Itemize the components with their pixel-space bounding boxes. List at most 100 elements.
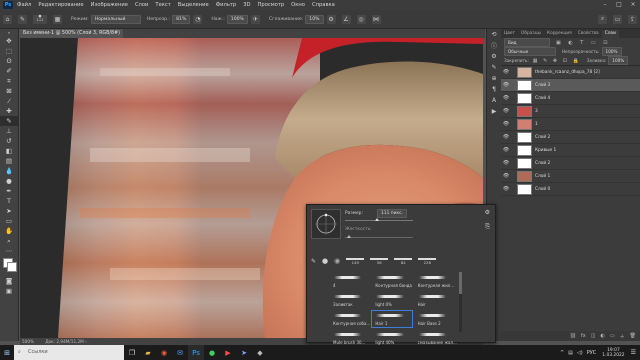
- visibility-eye-icon[interactable]: 👁: [501, 108, 511, 114]
- color-swatches[interactable]: [0, 256, 18, 276]
- layer-row[interactable]: 👁 3: [501, 105, 640, 118]
- share-icon[interactable]: ⇪: [628, 14, 637, 24]
- dodge-tool-icon[interactable]: ●: [0, 176, 18, 186]
- brush-settings-icon[interactable]: ▦: [53, 14, 62, 24]
- layer-row[interactable]: 👁 Слой 3: [501, 79, 640, 92]
- brush-preset[interactable]: Hair 1: [371, 310, 413, 328]
- brush-preset[interactable]: 4: [329, 272, 370, 290]
- character-panel-icon[interactable]: A: [487, 95, 501, 106]
- toolbar-collapse-icon[interactable]: »: [0, 29, 18, 36]
- recent-brush-7[interactable]: 226: [418, 257, 437, 265]
- layer-row[interactable]: 👁 Слой 2: [501, 131, 640, 144]
- airbrush-icon[interactable]: ✈: [250, 14, 260, 24]
- angle-icon[interactable]: ∠: [341, 14, 351, 24]
- language-indicator[interactable]: РУС: [587, 350, 597, 356]
- filter-icons[interactable]: ▣ ◐ T ▭ ⊡: [556, 40, 610, 46]
- menu-edit[interactable]: Редактирование: [38, 2, 83, 8]
- browser-icon[interactable]: ◉: [156, 345, 172, 360]
- mode-select[interactable]: Нормальный: [90, 14, 141, 24]
- recent-brush-4[interactable]: 149: [346, 257, 365, 265]
- shape-tool-icon[interactable]: ▭: [0, 216, 18, 226]
- layer-row[interactable]: 👁 thebank_rcaanz_dhopa_78 [2]: [501, 66, 640, 79]
- mail-icon[interactable]: ✉: [172, 345, 188, 360]
- gear-icon[interactable]: ⚙: [326, 14, 336, 24]
- menu-select[interactable]: Выделение: [178, 2, 209, 8]
- menu-file[interactable]: Файл: [17, 2, 31, 8]
- visibility-eye-icon[interactable]: 👁: [501, 134, 511, 140]
- tray-chevron-icon[interactable]: ^: [560, 350, 564, 356]
- paragraph-panel-icon[interactable]: ¶: [487, 84, 501, 95]
- telegram-icon[interactable]: ➤: [236, 345, 252, 360]
- app-icon[interactable]: ◆: [252, 345, 268, 360]
- brush-hardness-slider[interactable]: [345, 235, 413, 238]
- document-tab[interactable]: Без имени-1 @ 500% (Слой 3, RGB/8#) ×: [20, 29, 123, 45]
- zoom-level[interactable]: 500%: [22, 339, 34, 344]
- eyedropper-tool-icon[interactable]: ⁄: [0, 96, 18, 106]
- tab-properties[interactable]: Свойства: [575, 30, 602, 38]
- fill-field[interactable]: 100%: [608, 56, 629, 65]
- menu-image[interactable]: Изображение: [91, 2, 128, 8]
- tab-color[interactable]: Цвет: [501, 30, 518, 38]
- home-icon[interactable]: ⌂: [3, 14, 12, 24]
- layer-row[interactable]: 👁 Слой 1: [501, 170, 640, 183]
- crop-tool-icon[interactable]: ⌗: [0, 76, 18, 86]
- volume-icon[interactable]: ◁): [577, 350, 583, 356]
- brush-preset[interactable]: light 0%: [371, 291, 412, 309]
- trash-icon[interactable]: 🗑: [630, 333, 636, 339]
- marquee-tool-icon[interactable]: ⬚: [0, 46, 18, 56]
- add-mask-icon[interactable]: ◫: [591, 333, 596, 339]
- quick-mask-icon[interactable]: ◙: [0, 276, 18, 286]
- more-tools-icon[interactable]: ⋯: [0, 246, 18, 256]
- screen-mode-icon[interactable]: ▣: [0, 286, 18, 296]
- recent-brush-3-icon[interactable]: ◉: [334, 257, 340, 265]
- brush-preset[interactable]: Контурная банда: [371, 272, 412, 290]
- move-tool-icon[interactable]: ✥: [0, 36, 18, 46]
- brush-preset[interactable]: Контурная соба...: [329, 310, 370, 328]
- clone-source-icon[interactable]: ⊕: [487, 73, 501, 84]
- notifications-icon[interactable]: ☰: [631, 349, 636, 356]
- task-view-icon[interactable]: ❐: [124, 345, 140, 360]
- properties-panel-icon[interactable]: ⚙: [487, 51, 501, 62]
- pressure-size-icon[interactable]: ◎: [356, 14, 366, 24]
- zoom-tool-icon[interactable]: ⌕: [0, 236, 18, 246]
- visibility-eye-icon[interactable]: 👁: [501, 147, 511, 153]
- brush-preset[interactable]: Hair: [414, 291, 455, 309]
- visibility-eye-icon[interactable]: 👁: [501, 121, 511, 127]
- brush-angle-preview[interactable]: [311, 209, 341, 239]
- fx-icon[interactable]: fx: [581, 333, 586, 339]
- tab-layers[interactable]: Слои: [601, 30, 619, 38]
- brush-preset[interactable]: Hair Base 2: [414, 310, 455, 328]
- quick-select-tool-icon[interactable]: ✐: [0, 66, 18, 76]
- menu-window[interactable]: Окно: [291, 2, 305, 8]
- adjustment-layer-icon[interactable]: ◐: [601, 333, 605, 339]
- visibility-eye-icon[interactable]: 👁: [501, 95, 511, 101]
- pressure-opacity-icon[interactable]: ◔: [193, 14, 203, 24]
- close-icon[interactable]: ×: [626, 0, 640, 10]
- brush-tool-icon[interactable]: ✎: [18, 14, 27, 24]
- layer-row[interactable]: 👁 Слой 4: [501, 92, 640, 105]
- path-select-tool-icon[interactable]: ➤: [0, 206, 18, 216]
- media-icon[interactable]: ▶: [220, 345, 236, 360]
- frame-tool-icon[interactable]: ⊠: [0, 86, 18, 96]
- tab-swatches[interactable]: Образцы: [518, 30, 544, 38]
- smoothing-field[interactable]: 10%: [305, 14, 324, 24]
- file-explorer-icon[interactable]: ▰: [140, 345, 156, 360]
- eraser-tool-icon[interactable]: ◧: [0, 146, 18, 156]
- layer-row[interactable]: 👁 1: [501, 118, 640, 131]
- presets-scrollbar[interactable]: [459, 272, 462, 332]
- actions-panel-icon[interactable]: ▶: [487, 106, 501, 117]
- menu-help[interactable]: Справка: [312, 2, 335, 8]
- menu-filter[interactable]: Фильтр: [216, 2, 237, 8]
- tab-adjustments[interactable]: Коррекция: [544, 30, 575, 38]
- recent-brush-5[interactable]: 56: [370, 257, 389, 265]
- new-preset-icon[interactable]: ⎘: [485, 223, 490, 231]
- info-panel-icon[interactable]: ⓘ: [487, 40, 501, 51]
- new-group-icon[interactable]: ▭: [610, 333, 615, 339]
- symmetry-icon[interactable]: ⋈: [371, 14, 381, 24]
- messenger-icon[interactable]: ●: [204, 345, 220, 360]
- status-arrow-icon[interactable]: ›: [85, 339, 87, 344]
- search-icon[interactable]: ⌕: [598, 14, 607, 24]
- blur-tool-icon[interactable]: 💧: [0, 166, 18, 176]
- gradient-tool-icon[interactable]: ▤: [0, 156, 18, 166]
- menu-text[interactable]: Текст: [155, 2, 170, 8]
